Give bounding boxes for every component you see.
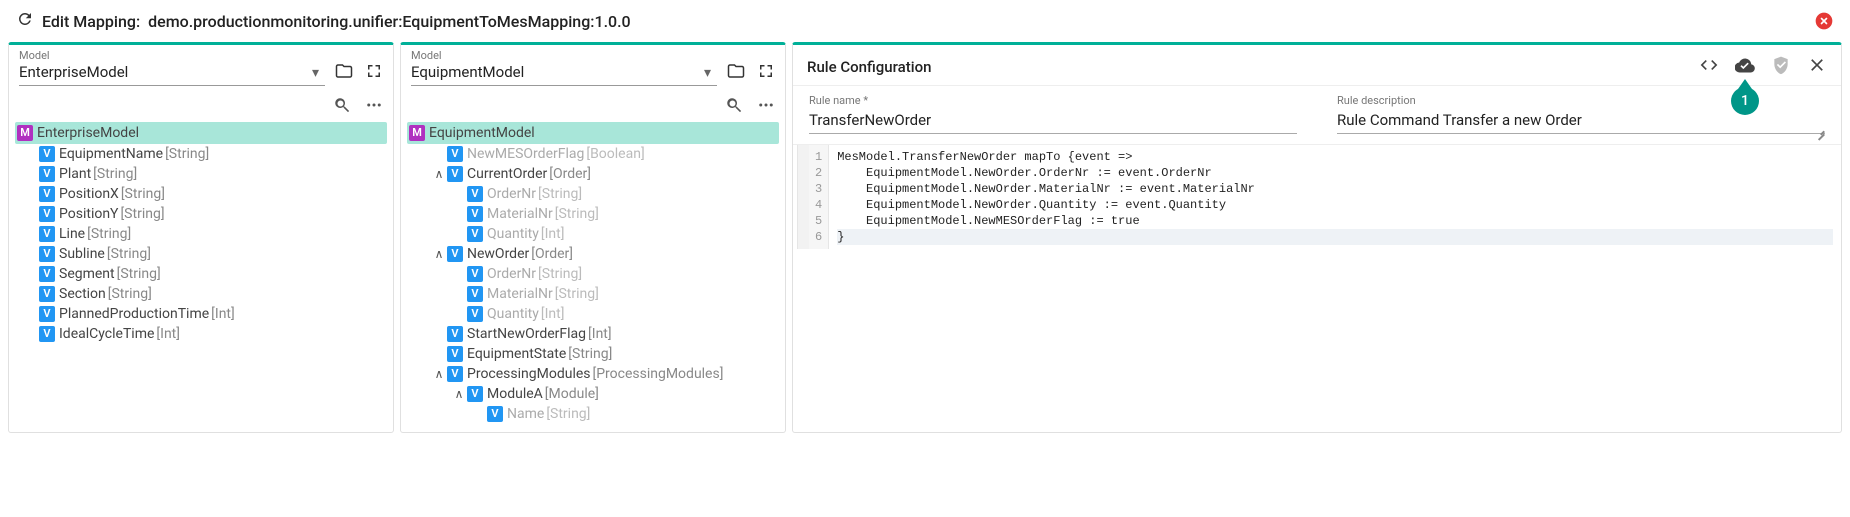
tree-node[interactable]: VName [String] [407, 404, 779, 424]
code-editor[interactable]: 123456 MesModel.TransferNewOrder mapTo {… [793, 144, 1841, 249]
tree-node[interactable]: VPlant [String] [15, 164, 387, 184]
left-model-selector: Model EnterpriseModel ▾ [9, 45, 393, 92]
rule-desc-field: Rule description Rule Command Transfer a… [1337, 94, 1825, 134]
editor-code[interactable]: MesModel.TransferNewOrder mapTo {event =… [829, 145, 1841, 249]
model-field-label: Model [411, 49, 442, 62]
rule-config-header: Rule Configuration 1 [793, 45, 1841, 86]
tree-node[interactable]: VSection [String] [15, 284, 387, 304]
tree-node[interactable]: VPositionY [String] [15, 204, 387, 224]
tree-node[interactable]: VEquipmentName [String] [15, 144, 387, 164]
chevron-down-icon[interactable]: ▾ [306, 65, 325, 86]
tree-node[interactable]: ∧VProcessingModules [ProcessingModules] [407, 364, 779, 384]
tree-root[interactable]: MEnterpriseModel [15, 122, 387, 144]
line-number: 2 [815, 165, 822, 181]
left-searchbar [9, 92, 393, 122]
header-bar: Edit Mapping: demo.productionmonitoring.… [0, 0, 1850, 42]
tree-node[interactable]: VPlannedProductionTime [Int] [15, 304, 387, 324]
code-line[interactable]: } [837, 229, 1833, 245]
rule-name-input[interactable]: TransferNewOrder [809, 107, 1297, 134]
code-line[interactable]: EquipmentModel.NewOrder.MaterialNr := ev… [837, 181, 1833, 197]
tree-node[interactable]: VLine [String] [15, 224, 387, 244]
folder-icon[interactable] [335, 62, 353, 84]
code-line[interactable]: EquipmentModel.NewOrder.Quantity := even… [837, 197, 1833, 213]
rule-config-panel: Rule Configuration 1 Rule n [792, 42, 1842, 433]
search-icon[interactable] [725, 96, 743, 118]
editor-scrollbar[interactable] [797, 145, 809, 249]
fullscreen-icon[interactable] [757, 62, 775, 84]
chevron-down-icon[interactable]: ▾ [698, 65, 717, 86]
tree-root[interactable]: MEquipmentModel [407, 122, 779, 144]
mid-searchbar [401, 92, 785, 122]
tree-node[interactable]: VMaterialNr [String] [407, 204, 779, 224]
rule-fields: Rule name * TransferNewOrder Rule descri… [793, 86, 1841, 144]
tree-node[interactable]: VOrderNr [String] [407, 184, 779, 204]
shield-icon[interactable] [1771, 55, 1791, 79]
refresh-icon[interactable] [16, 10, 34, 32]
tree-node[interactable]: VSegment [String] [15, 264, 387, 284]
tree-node[interactable]: VOrderNr [String] [407, 264, 779, 284]
tree-node[interactable]: VNewMESOrderFlag [Boolean] [407, 144, 779, 164]
code-icon[interactable] [1699, 55, 1719, 79]
model-name-dropdown[interactable]: EquipmentModel [411, 53, 698, 86]
rule-desc-input[interactable]: Rule Command Transfer a new Order [1337, 107, 1825, 134]
cloud-save-icon[interactable]: 1 [1735, 55, 1755, 79]
mid-tree: MEquipmentModelVNewMESOrderFlag [Boolean… [401, 122, 785, 432]
tree-node[interactable]: VMaterialNr [String] [407, 284, 779, 304]
line-number: 1 [815, 149, 822, 165]
model-field-label: Model [19, 49, 50, 62]
rule-name-field: Rule name * TransferNewOrder [809, 94, 1297, 134]
close-button[interactable] [1814, 11, 1834, 31]
search-icon[interactable] [333, 96, 351, 118]
close-icon[interactable] [1807, 55, 1827, 79]
line-number: 4 [815, 197, 822, 213]
rule-config-title: Rule Configuration [807, 58, 931, 76]
page-title: Edit Mapping: demo.productionmonitoring.… [42, 12, 631, 31]
left-tree: MEnterpriseModelVEquipmentName [String]V… [9, 122, 393, 352]
tree-node[interactable]: VIdealCycleTime [Int] [15, 324, 387, 344]
rule-desc-label: Rule description [1337, 94, 1825, 107]
tree-node[interactable]: ∧VCurrentOrder [Order] [407, 164, 779, 184]
line-number: 5 [815, 213, 822, 229]
tree-node[interactable]: ∧VModuleA [Module] [407, 384, 779, 404]
line-number: 3 [815, 181, 822, 197]
line-number: 6 [815, 229, 822, 245]
tree-node[interactable]: VStartNewOrderFlag [Int] [407, 324, 779, 344]
tree-node[interactable]: VQuantity [Int] [407, 224, 779, 244]
code-line[interactable]: MesModel.TransferNewOrder mapTo {event =… [837, 149, 1833, 165]
tree-node[interactable]: ∧VNewOrder [Order] [407, 244, 779, 264]
left-model-panel: Model EnterpriseModel ▾ MEnterpriseModel… [8, 42, 394, 433]
fullscreen-icon[interactable] [365, 62, 383, 84]
resize-handle-icon[interactable] [1815, 125, 1825, 135]
workspace: Model EnterpriseModel ▾ MEnterpriseModel… [0, 42, 1850, 441]
tree-node[interactable]: VSubline [String] [15, 244, 387, 264]
mid-model-panel: Model EquipmentModel ▾ MEquipmentModelVN… [400, 42, 786, 433]
tree-node[interactable]: VQuantity [Int] [407, 304, 779, 324]
code-line[interactable]: EquipmentModel.NewMESOrderFlag := true [837, 213, 1833, 229]
editor-gutter: 123456 [809, 145, 829, 249]
mid-model-selector: Model EquipmentModel ▾ [401, 45, 785, 92]
code-line[interactable]: EquipmentModel.NewOrder.OrderNr := event… [837, 165, 1833, 181]
more-icon[interactable] [757, 96, 775, 118]
folder-icon[interactable] [727, 62, 745, 84]
more-icon[interactable] [365, 96, 383, 118]
model-name-dropdown[interactable]: EnterpriseModel [19, 53, 306, 86]
tree-node[interactable]: VPositionX [String] [15, 184, 387, 204]
rule-name-label: Rule name * [809, 94, 1297, 107]
tree-node[interactable]: VEquipmentState [String] [407, 344, 779, 364]
